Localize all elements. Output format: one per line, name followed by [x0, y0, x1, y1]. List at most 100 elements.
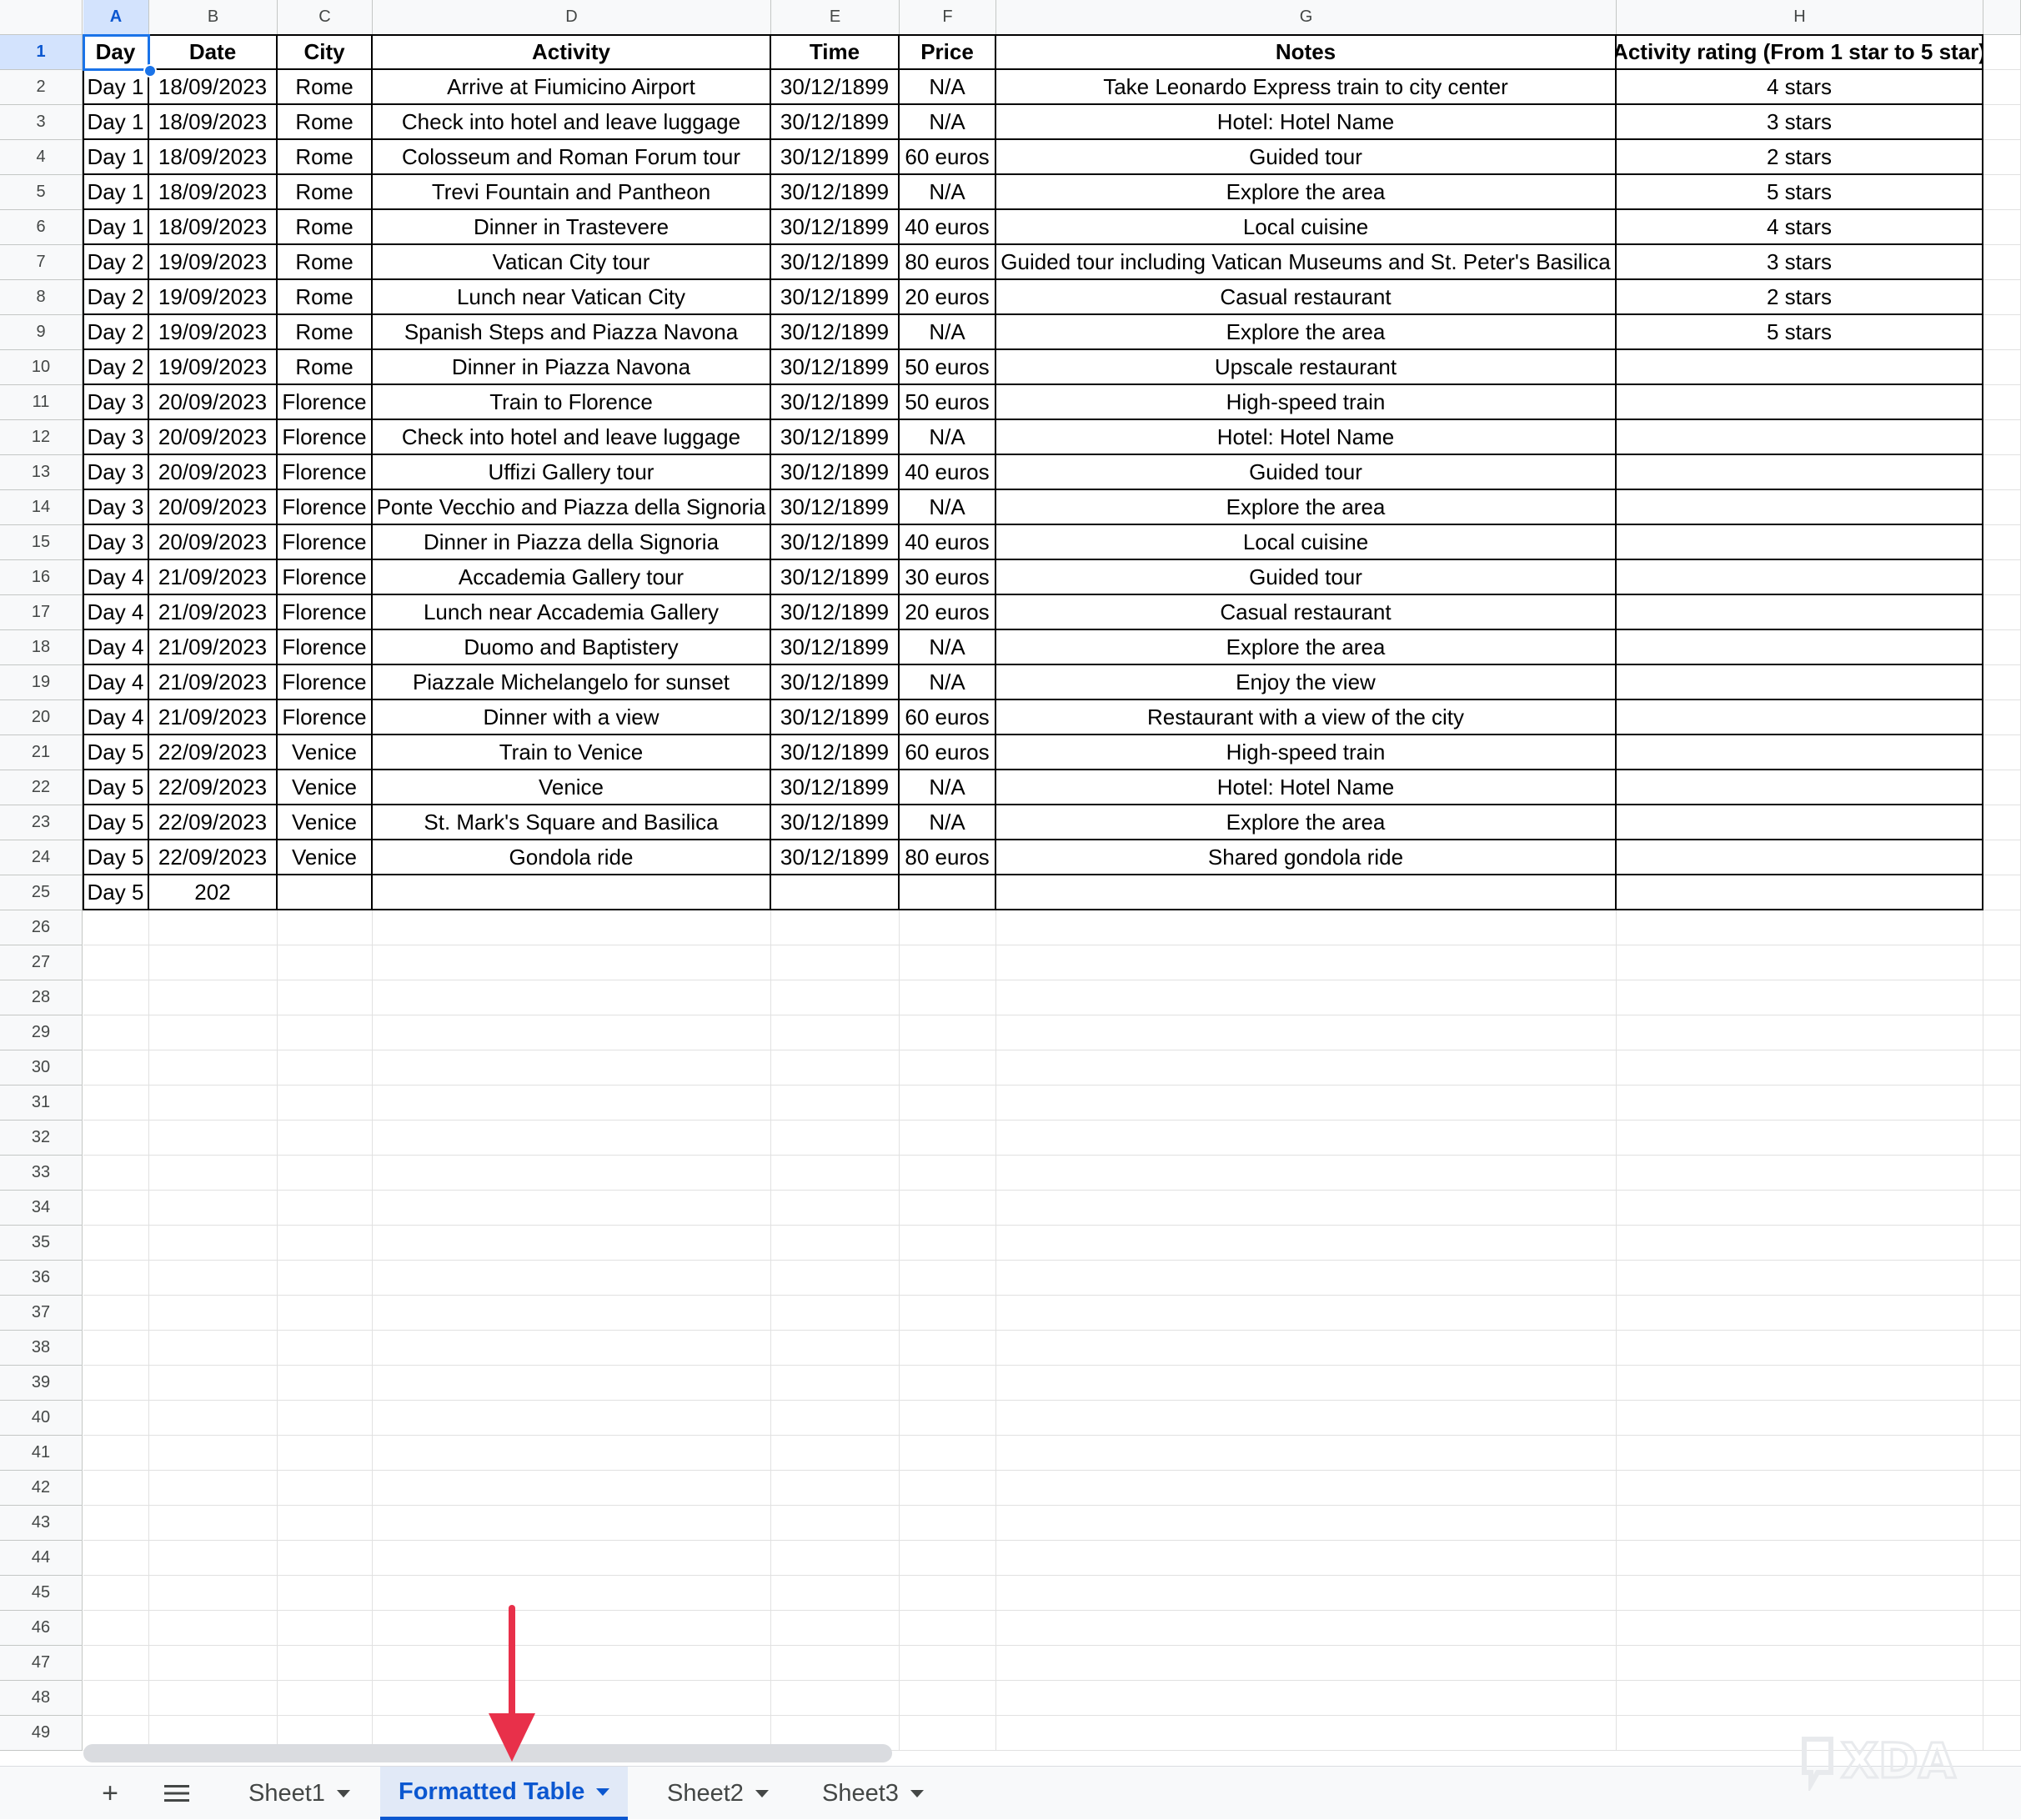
- table-cell[interactable]: [83, 980, 149, 1015]
- table-cell[interactable]: [149, 1085, 278, 1121]
- table-cell[interactable]: [1617, 1611, 1983, 1646]
- row-header[interactable]: 31: [0, 1085, 83, 1121]
- empty-cell[interactable]: [1983, 945, 2021, 980]
- table-cell[interactable]: [83, 1401, 149, 1436]
- table-cell[interactable]: [771, 1646, 900, 1681]
- empty-cell[interactable]: [1983, 1015, 2021, 1050]
- row-header[interactable]: 10: [0, 350, 83, 385]
- table-cell[interactable]: [1617, 1506, 1983, 1541]
- table-cell[interactable]: [1617, 1576, 1983, 1611]
- tab-sheet2[interactable]: Sheet2: [649, 1767, 787, 1820]
- table-cell[interactable]: [83, 1646, 149, 1681]
- table-cell[interactable]: [900, 1646, 996, 1681]
- empty-cell[interactable]: [1983, 1506, 2021, 1541]
- table-cell[interactable]: [278, 1121, 373, 1156]
- empty-cell[interactable]: [1983, 420, 2021, 455]
- table-cell[interactable]: [771, 1191, 900, 1226]
- table-cell[interactable]: [771, 1085, 900, 1121]
- table-cell[interactable]: [1617, 980, 1983, 1015]
- table-cell[interactable]: [1617, 1261, 1983, 1296]
- row-header[interactable]: 6: [0, 210, 83, 245]
- table-cell[interactable]: [149, 1611, 278, 1646]
- empty-cell[interactable]: [1983, 910, 2021, 945]
- row-header[interactable]: 5: [0, 175, 83, 210]
- table-cell[interactable]: [149, 1436, 278, 1471]
- table-cell[interactable]: [1617, 1401, 1983, 1436]
- table-cell[interactable]: [149, 1050, 278, 1085]
- table-cell[interactable]: [373, 1506, 771, 1541]
- table-cell[interactable]: [1617, 1156, 1983, 1191]
- table-cell[interactable]: [900, 1716, 996, 1751]
- table-cell[interactable]: [996, 1085, 1617, 1121]
- row-header[interactable]: 24: [0, 840, 83, 875]
- row-header[interactable]: 3: [0, 105, 83, 140]
- row-header[interactable]: 37: [0, 1296, 83, 1331]
- table-cell[interactable]: [83, 1015, 149, 1050]
- row-header[interactable]: 33: [0, 1156, 83, 1191]
- menu-icon[interactable]: [153, 1773, 200, 1813]
- table-cell[interactable]: [900, 1050, 996, 1085]
- table-cell[interactable]: [771, 1576, 900, 1611]
- empty-cell[interactable]: [1983, 1436, 2021, 1471]
- row-header[interactable]: 15: [0, 525, 83, 560]
- table-cell[interactable]: [83, 1436, 149, 1471]
- table-cell[interactable]: [83, 1366, 149, 1401]
- empty-cell[interactable]: [1983, 1401, 2021, 1436]
- table-cell[interactable]: [900, 1015, 996, 1050]
- row-header[interactable]: 2: [0, 70, 83, 105]
- table-cell[interactable]: [771, 1611, 900, 1646]
- row-header[interactable]: 42: [0, 1471, 83, 1506]
- table-cell[interactable]: [373, 1471, 771, 1506]
- table-cell[interactable]: [149, 1261, 278, 1296]
- table-cell[interactable]: [900, 1085, 996, 1121]
- tab-sheet3[interactable]: Sheet3: [804, 1767, 942, 1820]
- table-cell[interactable]: [771, 1471, 900, 1506]
- table-cell[interactable]: [1617, 1646, 1983, 1681]
- table-cell[interactable]: [996, 1436, 1617, 1471]
- column-header[interactable]: H: [1617, 0, 1983, 35]
- column-header[interactable]: D: [373, 0, 771, 35]
- row-header[interactable]: 26: [0, 910, 83, 945]
- empty-cell[interactable]: [1983, 315, 2021, 350]
- table-cell[interactable]: [771, 1050, 900, 1085]
- table-cell[interactable]: [83, 1085, 149, 1121]
- table-cell[interactable]: [278, 1156, 373, 1191]
- table-cell[interactable]: [278, 1191, 373, 1226]
- chevron-down-icon[interactable]: [336, 1789, 350, 1797]
- empty-cell[interactable]: [1983, 1296, 2021, 1331]
- table-cell[interactable]: [83, 1576, 149, 1611]
- row-header[interactable]: 43: [0, 1506, 83, 1541]
- row-header[interactable]: 1: [0, 35, 83, 70]
- table-cell[interactable]: [1617, 910, 1983, 945]
- table-cell[interactable]: [278, 1576, 373, 1611]
- table-cell[interactable]: [900, 1506, 996, 1541]
- table-cell[interactable]: [1617, 1681, 1983, 1716]
- table-cell[interactable]: [373, 1191, 771, 1226]
- table-cell[interactable]: [149, 1156, 278, 1191]
- table-cell[interactable]: [771, 1401, 900, 1436]
- table-cell[interactable]: [373, 910, 771, 945]
- empty-cell[interactable]: [1983, 490, 2021, 525]
- row-header[interactable]: 9: [0, 315, 83, 350]
- table-cell[interactable]: [149, 1296, 278, 1331]
- empty-cell[interactable]: [1983, 35, 2021, 70]
- empty-cell[interactable]: [1983, 980, 2021, 1015]
- table-cell[interactable]: [1617, 1226, 1983, 1261]
- table-cell[interactable]: [278, 1471, 373, 1506]
- row-header[interactable]: 13: [0, 455, 83, 490]
- table-cell[interactable]: [1617, 1471, 1983, 1506]
- row-header[interactable]: 40: [0, 1401, 83, 1436]
- tab-formatted-table[interactable]: Formatted Table: [380, 1767, 629, 1820]
- table-cell[interactable]: [771, 1261, 900, 1296]
- empty-cell[interactable]: [1983, 210, 2021, 245]
- empty-cell[interactable]: [1983, 770, 2021, 805]
- table-cell[interactable]: [373, 1261, 771, 1296]
- table-cell[interactable]: [771, 945, 900, 980]
- table-cell[interactable]: [900, 1296, 996, 1331]
- table-cell[interactable]: [149, 1226, 278, 1261]
- table-cell[interactable]: [900, 1191, 996, 1226]
- table-cell[interactable]: [373, 980, 771, 1015]
- table-cell[interactable]: [278, 1366, 373, 1401]
- empty-cell[interactable]: [1983, 1121, 2021, 1156]
- empty-cell[interactable]: [1983, 1261, 2021, 1296]
